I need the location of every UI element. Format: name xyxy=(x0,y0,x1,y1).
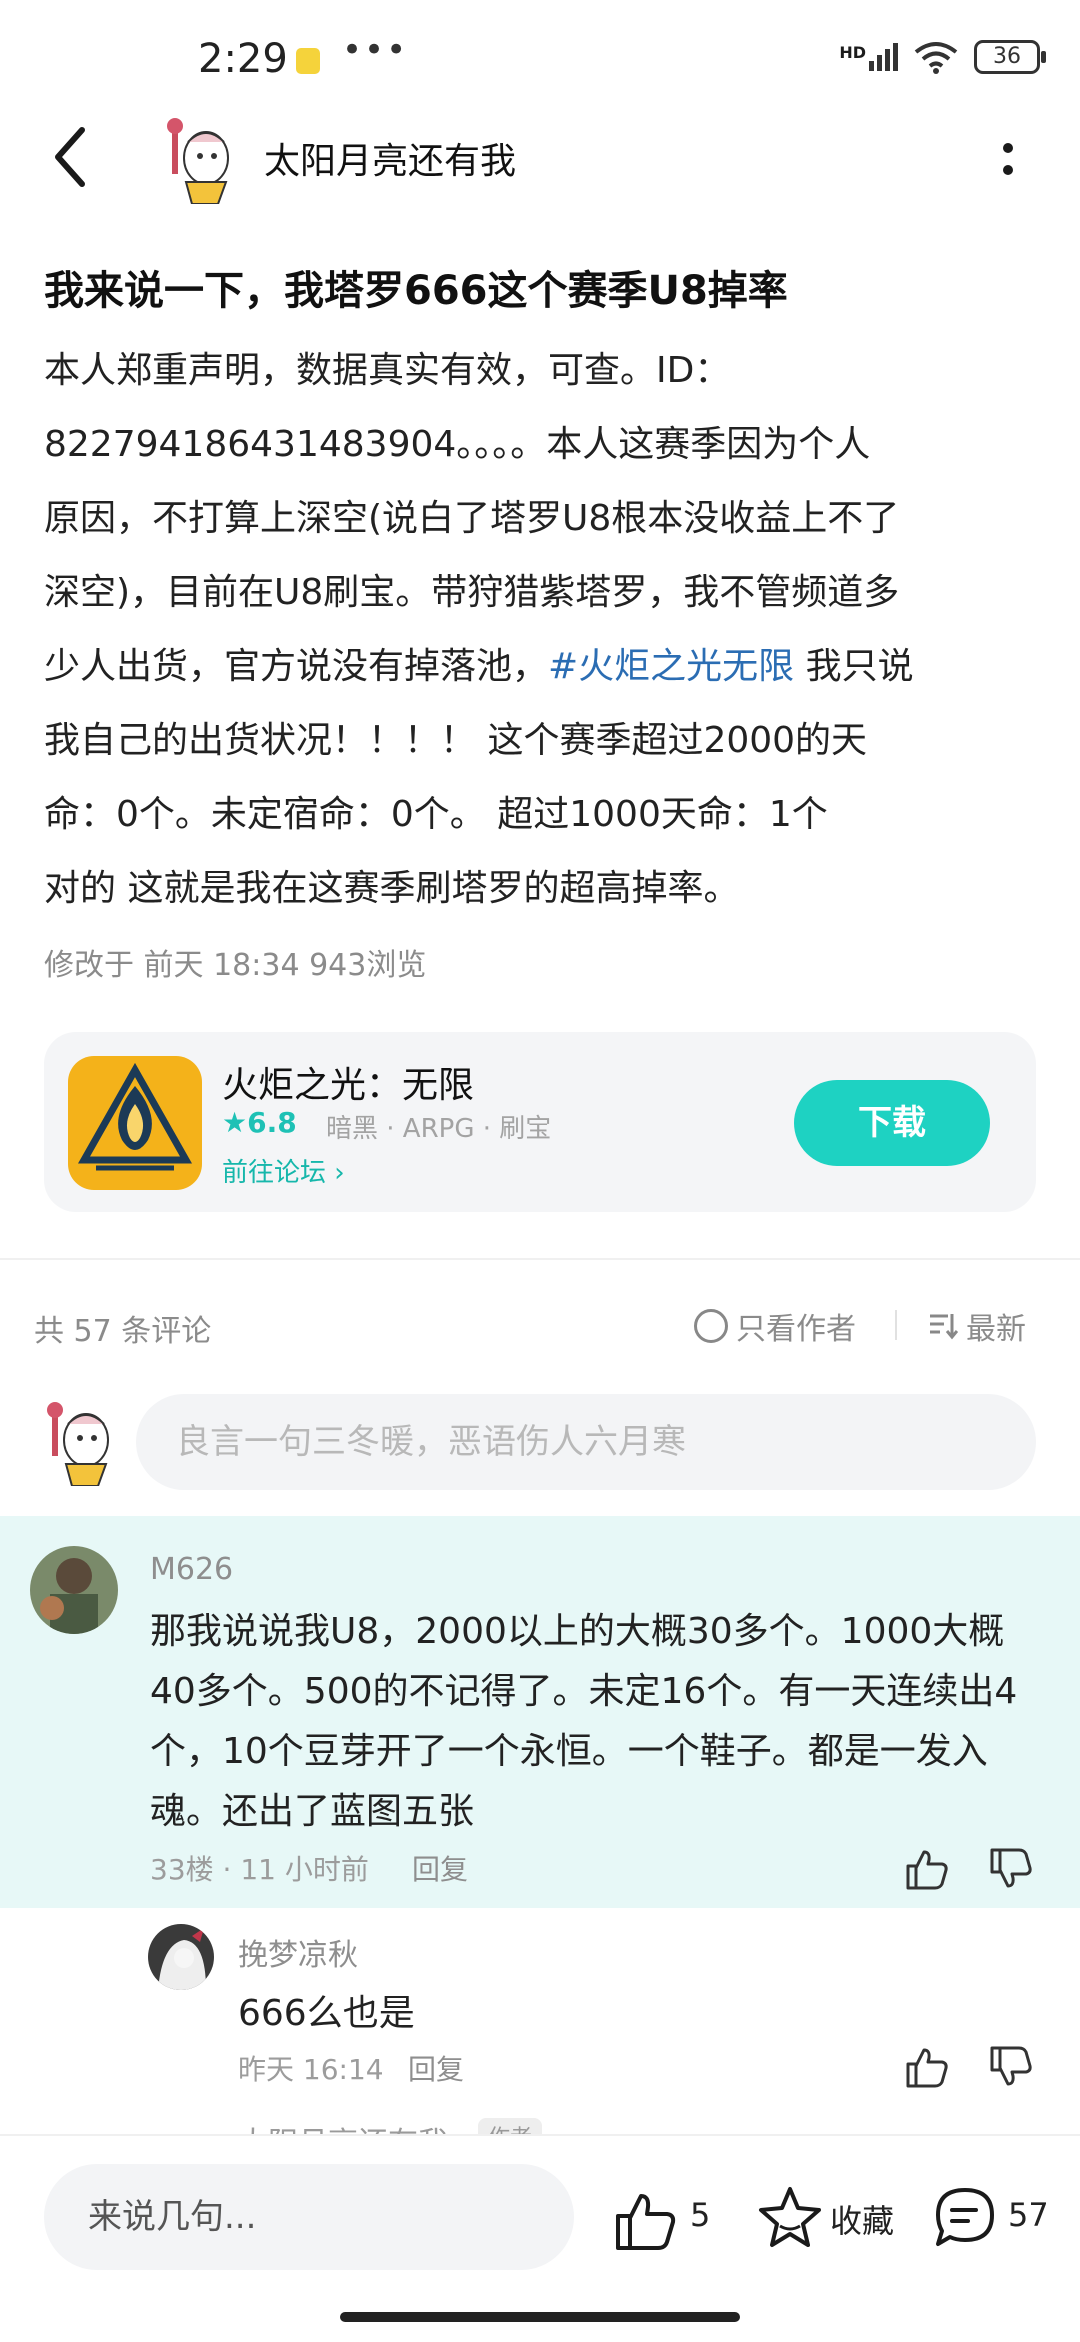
game-logo-icon[interactable] xyxy=(68,1056,202,1190)
wifi-icon xyxy=(914,42,958,74)
radio-circle-icon xyxy=(694,1309,728,1343)
like-icon[interactable] xyxy=(612,2188,678,2254)
comment-input[interactable]: 良言一句三冬暖，恶语伤人六月寒 xyxy=(136,1394,1036,1490)
reply-button[interactable]: 回复 xyxy=(412,1848,468,1888)
sort-label: 最新 xyxy=(966,1312,1026,1347)
game-tags: 暗黑 · ARPG · 刷宝 xyxy=(326,1114,552,1144)
author-name[interactable]: 太阳月亮还有我 xyxy=(264,132,516,184)
notification-app-icon xyxy=(296,48,320,74)
sort-newest-toggle[interactable]: 最新 xyxy=(928,1304,1026,1348)
status-indicators: HD 36 xyxy=(839,40,1046,74)
only-author-toggle[interactable]: 只看作者 xyxy=(694,1304,856,1348)
more-notifications-icon: ••• xyxy=(342,30,409,70)
commenter-name[interactable]: M626 xyxy=(150,1552,233,1587)
author-badge: 作者 xyxy=(478,2118,543,2134)
reply-text: 666么也是 xyxy=(238,1993,415,2034)
my-avatar xyxy=(47,1402,109,1486)
comment-count-bottom: 57 xyxy=(1008,2196,1049,2234)
home-indicator[interactable] xyxy=(340,2312,740,2322)
comment-bubble-icon[interactable] xyxy=(932,2184,998,2250)
reply-meta: 昨天 16:14 xyxy=(238,2053,384,2086)
battery-icon: 36 xyxy=(974,40,1046,74)
thumbs-up-icon[interactable] xyxy=(904,1846,950,1892)
status-time: 2:29 xyxy=(198,36,288,82)
commenter-avatar[interactable] xyxy=(30,1546,118,1634)
post-meta: 修改于 前天 18:34 943浏览 xyxy=(44,948,427,983)
post-body: 本人郑重声明，数据真实有效，可查。ID： 822794186431483904。… xyxy=(44,334,1040,926)
replier-avatar[interactable] xyxy=(148,1924,214,1990)
like-count: 5 xyxy=(690,2196,711,2234)
game-name[interactable]: 火炬之光：无限 xyxy=(222,1056,474,1108)
next-reply-author[interactable]: 太阳月亮还有我 xyxy=(238,2118,448,2134)
post-body-text: 本人郑重声明，数据真实有效，可查。ID： 822794186431483904。… xyxy=(44,350,900,687)
back-arrow-icon[interactable] xyxy=(44,122,100,192)
comment-meta: 33楼 · 11 小时前 xyxy=(150,1853,369,1886)
thumbs-down-icon[interactable] xyxy=(988,2044,1034,2090)
more-options-icon[interactable] xyxy=(990,138,1026,182)
reply-button[interactable]: 回复 xyxy=(408,2048,464,2088)
replier-name[interactable]: 挽梦凉秋 xyxy=(238,1930,358,1974)
author-avatar[interactable] xyxy=(162,118,238,204)
comment-count: 共 57 条评论 xyxy=(34,1314,212,1349)
signal-icon: HD xyxy=(839,43,898,71)
only-author-label: 只看作者 xyxy=(736,1312,856,1347)
divider xyxy=(0,1258,1080,1260)
author-badge-label: 作者 xyxy=(478,2118,543,2134)
star-icon[interactable] xyxy=(756,2184,824,2252)
say-something-input[interactable]: 来说几句... xyxy=(44,2164,574,2270)
topic-tag-link[interactable]: #火炬之光无限 xyxy=(548,646,794,687)
thumbs-down-icon[interactable] xyxy=(988,1846,1034,1892)
separator xyxy=(895,1310,897,1340)
comment-text: 那我说说我U8，2000以上的大概30多个。1000大概40多个。500的不记得… xyxy=(150,1611,1018,1832)
game-rating: ★6.8 xyxy=(222,1106,297,1139)
hd-label: HD xyxy=(839,43,866,62)
favorite-label[interactable]: 收藏 xyxy=(830,2196,894,2242)
post-title: 我来说一下，我塔罗666这个赛季U8掉率 xyxy=(44,268,788,314)
thumbs-up-icon[interactable] xyxy=(904,2044,950,2090)
download-button[interactable]: 下载 xyxy=(794,1080,990,1166)
sort-icon xyxy=(930,1314,958,1340)
go-to-forum-link[interactable]: 前往论坛 › xyxy=(222,1152,345,1189)
